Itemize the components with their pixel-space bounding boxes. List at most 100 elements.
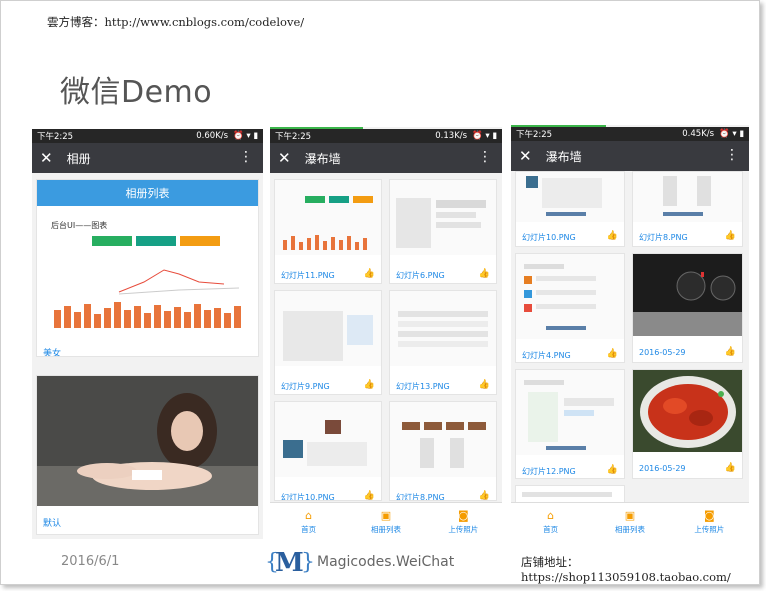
- more-icon[interactable]: ⋮: [478, 150, 492, 164]
- tab-album-list[interactable]: ▣ 相册列表: [590, 503, 669, 541]
- item-label: 幻灯片10.PNG: [281, 493, 335, 501]
- tab-home[interactable]: ⌂ 首页: [511, 503, 590, 541]
- slide-date: 2016/6/1: [61, 554, 120, 569]
- item-date: 2016-05-29: [639, 348, 686, 357]
- svg-text:}: }: [301, 550, 313, 575]
- more-icon[interactable]: ⋮: [239, 150, 253, 164]
- waterfall-item[interactable]: 幻灯片4.PNG 👍: [515, 253, 625, 363]
- status-speed: 0.60K/s: [196, 131, 229, 141]
- slide-thumbnail: [275, 291, 381, 366]
- thumb-up-icon[interactable]: 👍: [364, 269, 375, 279]
- slide-thumbnail: [516, 254, 624, 339]
- status-speed: 0.45K/s: [682, 129, 715, 139]
- title-bar: ✕ 瀑布墙 ⋮: [270, 143, 502, 173]
- item-label: 幻灯片4.PNG: [522, 351, 571, 360]
- page-title: 瀑布墙: [304, 151, 341, 166]
- thumb-up-icon[interactable]: 👍: [479, 380, 490, 390]
- album-label-beauty: 美女: [43, 349, 62, 357]
- camera-icon: ◙: [457, 509, 469, 522]
- brand-name: Magicodes.WeiChat: [317, 554, 455, 570]
- camera-icon: ◙: [703, 509, 715, 522]
- thumb-up-icon[interactable]: 👍: [725, 347, 736, 357]
- close-icon[interactable]: ✕: [40, 149, 53, 167]
- chart-preview: [54, 269, 241, 328]
- waterfall-item[interactable]: 幻灯片9.PNG 👍: [274, 290, 382, 395]
- slide-thumbnail: [633, 172, 742, 222]
- phone-album: 下午2:25 0.60K/s ⏰ ▾ ▮ ✕ 相册 ⋮ 相册列表 后台UI——图表: [32, 129, 263, 539]
- item-label: 幻灯片9.PNG: [281, 382, 330, 391]
- bottom-tab-bar: ⌂ 首页 ▣ 相册列表 ◙ 上传照片: [511, 502, 749, 541]
- thumb-up-icon[interactable]: 👍: [725, 231, 736, 241]
- waterfall-item[interactable]: 2016-05-29 👍: [632, 369, 743, 479]
- phone-waterfall-scrolled: 下午2:25 0.45K/s ⏰ ▾ ▮ ✕ 瀑布墙 ⋮ 幻灯片10.PNG 👍 …: [511, 125, 749, 541]
- status-time: 下午2:25: [37, 132, 74, 142]
- thumb-up-icon[interactable]: 👍: [479, 269, 490, 279]
- album-icon: ▣: [624, 509, 636, 522]
- page-title: 相册: [66, 151, 91, 166]
- tab-upload-photo[interactable]: ◙ 上传照片: [670, 503, 749, 541]
- home-icon: ⌂: [547, 509, 555, 522]
- blog-note: 雲方博客：http://www.cnblogs.com/codelove/: [47, 15, 305, 29]
- status-time: 下午2:25: [275, 132, 312, 142]
- slide-thumbnail: [390, 291, 496, 366]
- item-label: 幻灯片8.PNG: [639, 233, 688, 242]
- album-card[interactable]: 相册列表 后台UI——图表 美女: [36, 179, 259, 357]
- item-label: 幻灯片10.PNG: [522, 233, 576, 242]
- photo-image: [37, 376, 258, 506]
- item-date: 2016-05-29: [639, 464, 686, 473]
- thumb-up-icon[interactable]: 👍: [607, 231, 618, 241]
- item-label: 幻灯片11.PNG: [281, 271, 335, 280]
- svg-text:M: M: [275, 548, 304, 577]
- more-icon[interactable]: ⋮: [725, 148, 739, 162]
- tab-home[interactable]: ⌂ 首页: [270, 503, 347, 541]
- waterfall-item[interactable]: 幻灯片6.PNG 👍: [389, 179, 497, 284]
- phone-waterfall: 下午2:25 0.13K/s ⏰ ▾ ▮ ✕ 瀑布墙 ⋮ 幻灯片11.PNG 👍 …: [270, 127, 502, 541]
- slide-thumbnail: [390, 402, 496, 477]
- album-card[interactable]: 默认: [36, 375, 259, 535]
- home-icon: ⌂: [305, 509, 313, 522]
- waterfall-item[interactable]: 幻灯片13.PNG 👍: [389, 290, 497, 395]
- status-bar: 下午2:25 0.45K/s ⏰ ▾ ▮: [511, 127, 749, 141]
- stat-buttons: [92, 236, 220, 246]
- tab-upload-photo[interactable]: ◙ 上传照片: [425, 503, 502, 541]
- crayfish-photo: [633, 370, 742, 452]
- thumb-up-icon[interactable]: 👍: [479, 491, 490, 500]
- status-bar: 下午2:25 0.60K/s ⏰ ▾ ▮: [32, 129, 263, 143]
- signal-icon: ⏰ ▾ ▮: [719, 129, 744, 139]
- slide: 雲方博客：http://www.cnblogs.com/codelove/ 微信…: [0, 0, 760, 585]
- album-label-default: 默认: [43, 519, 62, 529]
- close-icon[interactable]: ✕: [519, 147, 532, 165]
- magicodes-logo: { M }: [265, 548, 313, 577]
- item-label: 幻灯片6.PNG: [396, 271, 445, 280]
- waterfall-item[interactable]: 2016-05-29 👍: [632, 253, 743, 363]
- slide-thumbnail: [516, 370, 624, 455]
- waterfall-item[interactable]: 幻灯片8.PNG 👍: [389, 401, 497, 501]
- thumb-up-icon[interactable]: 👍: [607, 349, 618, 359]
- thumb-up-icon[interactable]: 👍: [725, 463, 736, 473]
- title-bar: ✕ 瀑布墙 ⋮: [511, 141, 749, 171]
- waterfall-item[interactable]: 幻灯片10.PNG 👍: [274, 401, 382, 501]
- thumb-up-icon[interactable]: 👍: [607, 465, 618, 475]
- signal-icon: ⏰ ▾ ▮: [233, 131, 258, 141]
- chart-title: 后台UI——图表: [51, 221, 108, 230]
- thumb-up-icon[interactable]: 👍: [364, 491, 375, 500]
- waterfall-item[interactable]: 幻灯片8.PNG 👍: [632, 171, 743, 247]
- bottom-tab-bar: ⌂ 首页 ▣ 相册列表 ◙ 上传照片: [270, 502, 502, 541]
- slide-thumbnail: [516, 172, 624, 222]
- status-bar: 下午2:25 0.13K/s ⏰ ▾ ▮: [270, 129, 502, 143]
- waterfall-item[interactable]: 幻灯片10.PNG 👍: [515, 171, 625, 247]
- status-time: 下午2:25: [516, 130, 553, 140]
- close-icon[interactable]: ✕: [278, 149, 291, 167]
- title-bar: ✕ 相册 ⋮: [32, 143, 263, 173]
- waterfall-item[interactable]: 幻灯片12.PNG 👍: [515, 369, 625, 479]
- shop-address: 店铺地址：https://shop113059108.taobao.com/: [521, 555, 731, 584]
- signal-icon: ⏰ ▾ ▮: [472, 131, 497, 141]
- status-speed: 0.13K/s: [435, 131, 468, 141]
- item-label: 幻灯片8.PNG: [396, 493, 445, 501]
- slide-thumbnail: [390, 180, 496, 255]
- car-dashboard-photo: [633, 254, 742, 336]
- tab-album-list[interactable]: ▣ 相册列表: [347, 503, 424, 541]
- thumb-up-icon[interactable]: 👍: [364, 380, 375, 390]
- waterfall-item[interactable]: 幻灯片11.PNG 👍: [274, 179, 382, 284]
- item-label: 幻灯片12.PNG: [522, 467, 576, 476]
